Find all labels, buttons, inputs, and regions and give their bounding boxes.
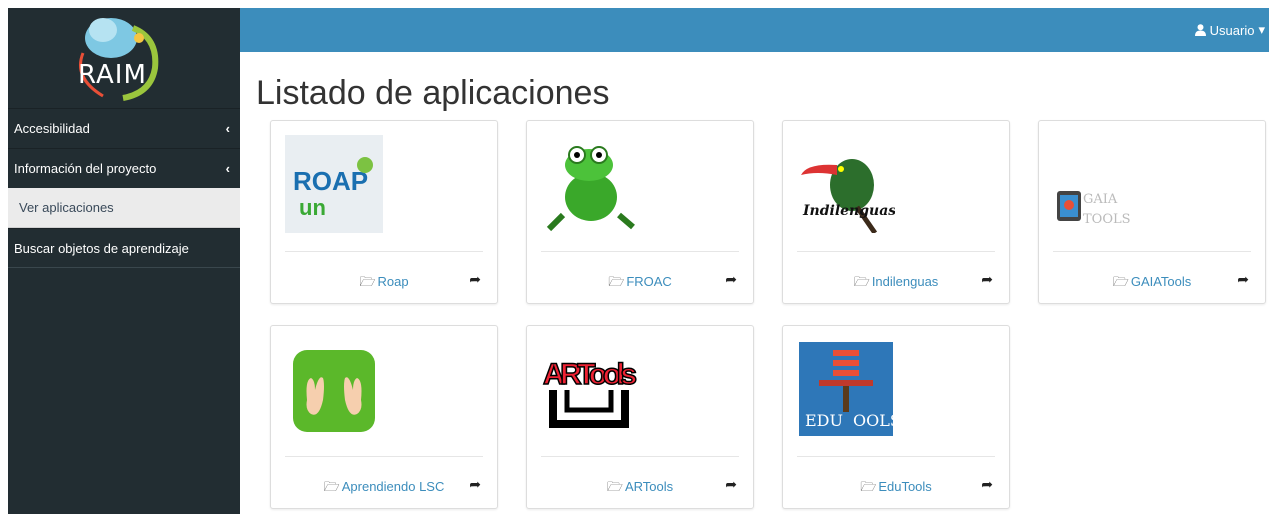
svg-text:OOLS: OOLS	[853, 411, 895, 430]
share-arrow-icon[interactable]: ➦	[981, 476, 993, 493]
sidebar-item-ver-aplicaciones[interactable]: Ver aplicaciones	[8, 188, 240, 228]
gaiatools-logo-image: GAIA TOOLS	[1057, 191, 1131, 227]
folder-open-icon: 🗁	[860, 479, 877, 494]
user-icon	[1194, 24, 1206, 36]
card-divider	[797, 251, 995, 252]
share-arrow-icon[interactable]: ➦	[725, 271, 737, 288]
app-link-aprendiendo-lsc[interactable]: 🗁 Aprendiendo LSC	[271, 478, 497, 500]
chevron-left-icon: ‹	[225, 161, 230, 176]
svg-text:GAIA: GAIA	[1083, 192, 1118, 207]
sidebar-item-accesibilidad[interactable]: Accesibilidad ‹	[8, 108, 240, 148]
svg-text:ARTools: ARTools	[543, 358, 637, 391]
app-card-artools: ARTools 🗁 ARTools ➦	[526, 325, 754, 509]
roap-logo-image: ROAP un	[285, 135, 383, 233]
chevron-left-icon: ‹	[225, 121, 230, 136]
app-card-aprendiendo-lsc: 🗁 Aprendiendo LSC ➦	[270, 325, 498, 509]
caret-down-icon: ▾	[1258, 22, 1265, 37]
app-card-roap: ROAP un 🗁 Roap ➦	[270, 120, 498, 304]
share-arrow-icon[interactable]: ➦	[469, 271, 481, 288]
share-arrow-icon[interactable]: ➦	[469, 476, 481, 493]
hands-logo-image	[293, 350, 375, 432]
folder-open-icon: 🗁	[853, 274, 870, 289]
card-divider	[541, 456, 739, 457]
app-link-artools[interactable]: 🗁 ARTools	[527, 478, 753, 500]
share-arrow-icon[interactable]: ➦	[1237, 271, 1249, 288]
svg-text:ROAP: ROAP	[293, 166, 368, 196]
app-link-indilenguas[interactable]: 🗁 Indilenguas	[783, 273, 1009, 295]
app-name: Indilenguas	[871, 274, 939, 289]
app-card-froac: 🗁 FROAC ➦	[526, 120, 754, 304]
app-name: Aprendiendo LSC	[341, 479, 445, 494]
app-name: FROAC	[626, 274, 672, 289]
toucan-logo-image: Indilenguas	[801, 159, 895, 233]
folder-open-icon: 🗁	[606, 479, 623, 494]
sidebar-item-label: Ver aplicaciones	[19, 200, 114, 215]
svg-text:TOOLS: TOOLS	[1083, 212, 1131, 227]
svg-text:EDU: EDU	[805, 411, 843, 430]
page-title: Listado de aplicaciones	[256, 74, 610, 112]
artools-logo-image: ARTools	[542, 357, 638, 428]
user-menu-label: Usuario	[1209, 22, 1255, 38]
raim-logo[interactable]: RAIM	[8, 8, 240, 108]
card-divider	[1053, 251, 1251, 252]
card-divider	[541, 251, 739, 252]
sidebar: RAIM Accesibilidad ‹ Información del pro…	[0, 0, 240, 514]
user-menu-dropdown[interactable]: Usuario ▾	[1194, 22, 1265, 38]
sidebar-item-label: Buscar objetos de aprendizaje	[14, 240, 189, 256]
app-card-indilenguas: Indilenguas 🗁 Indilenguas ➦	[782, 120, 1010, 304]
folder-open-icon: 🗁	[359, 274, 376, 289]
folder-open-icon: 🗁	[1112, 274, 1129, 289]
svg-text:Indilenguas: Indilenguas	[802, 203, 895, 219]
sidebar-item-buscar-objetos[interactable]: Buscar objetos de aprendizaje	[8, 228, 240, 268]
app-card-gaiatools: GAIA TOOLS 🗁 GAIATools ➦	[1038, 120, 1266, 304]
top-navbar: Usuario ▾	[240, 8, 1269, 52]
frog-logo-image	[546, 146, 635, 232]
app-link-froac[interactable]: 🗁 FROAC	[527, 273, 753, 295]
app-link-roap[interactable]: 🗁 Roap	[271, 273, 497, 295]
sidebar-item-label: Accesibilidad	[14, 121, 90, 136]
card-divider	[797, 456, 995, 457]
svg-text:un: un	[299, 195, 326, 220]
share-arrow-icon[interactable]: ➦	[725, 476, 737, 493]
edutools-logo-image: EDU OOLS	[799, 342, 895, 436]
app-name: EduTools	[878, 479, 932, 494]
app-card-edutools: EDU OOLS 🗁EduTools ➦	[782, 325, 1010, 509]
card-divider	[285, 251, 483, 252]
app-name: GAIATools	[1130, 274, 1192, 289]
folder-open-icon: 🗁	[323, 479, 340, 494]
app-name: ARTools	[624, 479, 674, 494]
logo-text: RAIM	[78, 60, 147, 90]
app-name: Roap	[377, 274, 409, 289]
share-arrow-icon[interactable]: ➦	[981, 271, 993, 288]
chameleon-logo-icon	[79, 18, 159, 101]
card-divider	[285, 456, 483, 457]
app-link-gaiatools[interactable]: 🗁 GAIATools	[1039, 273, 1265, 295]
sidebar-item-label: Información del proyecto	[14, 161, 157, 176]
folder-open-icon: 🗁	[608, 274, 625, 289]
app-link-edutools[interactable]: 🗁 EduTools	[783, 478, 1009, 500]
sidebar-item-informacion-proyecto[interactable]: Información del proyecto ‹	[8, 148, 240, 188]
